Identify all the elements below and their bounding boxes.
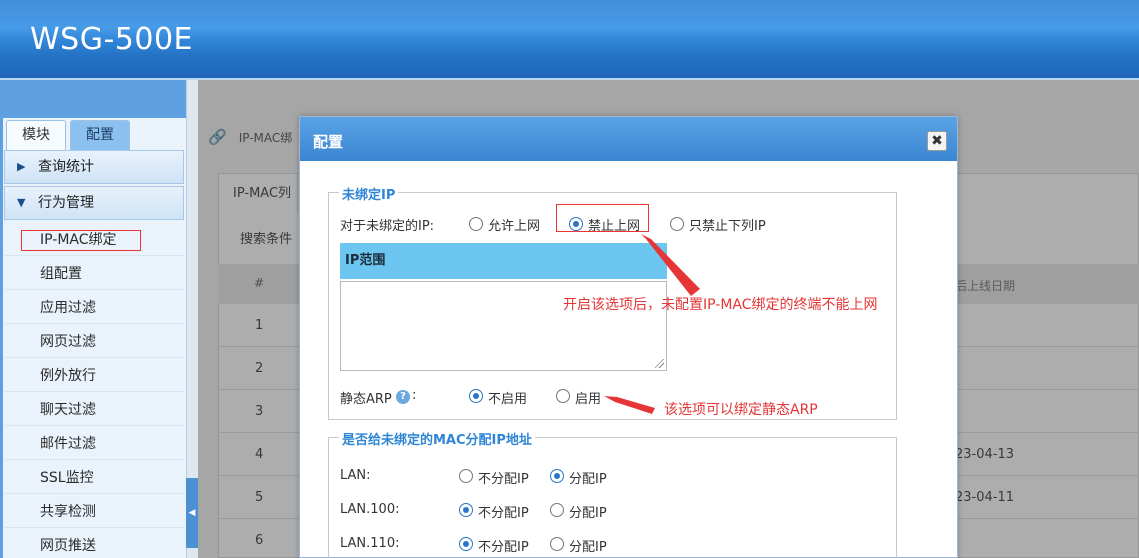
sidebar-item-mail-filter[interactable]: 邮件过滤: [4, 428, 184, 460]
radio-lan-no-assign-label[interactable]: 不分配IP: [478, 468, 529, 487]
menu-group-label: 行为管理: [38, 195, 94, 211]
unbound-ip-label: 对于未绑定的IP:: [340, 219, 435, 234]
radio-deny-listed-ip-label[interactable]: 只禁止下列IP: [689, 215, 766, 234]
sidebar-item-ssl-monitor[interactable]: SSL监控: [4, 462, 184, 494]
radio-lan100-assign-label[interactable]: 分配IP: [569, 502, 607, 521]
radio-deny-listed-ip[interactable]: [670, 217, 684, 231]
tab-modules[interactable]: 模块: [6, 120, 66, 150]
collapse-sidebar-button[interactable]: ◀: [186, 478, 198, 548]
mac-assign-section: 是否给未绑定的MAC分配IP地址: [328, 429, 897, 558]
radio-lan110-assign-label[interactable]: 分配IP: [569, 536, 607, 555]
sidebar-item-exception-allow[interactable]: 例外放行: [4, 360, 184, 392]
help-icon[interactable]: ?: [396, 390, 410, 404]
dialog-title: 配置: [300, 117, 957, 161]
brand-title: WSG-500E: [30, 22, 193, 57]
triangle-down-icon: ▼: [17, 196, 26, 209]
menu-group-label: 查询统计: [38, 159, 94, 175]
radio-lan100-no-assign-label[interactable]: 不分配IP: [478, 502, 529, 521]
static-arp-label: 静态ARP: [340, 392, 392, 407]
radio-lan100-assign[interactable]: [550, 503, 564, 517]
sidebar-item-web-filter[interactable]: 网页过滤: [4, 326, 184, 358]
annotation-arp-note: 该选项可以绑定静态ARP: [664, 402, 818, 418]
menu-group-query-stats[interactable]: ▶ 查询统计: [4, 150, 184, 184]
sidebar: 模块 配置 ▶ 查询统计 ▼ 行为管理 IP-MAC绑定 组配置 应用过滤 网页…: [0, 80, 186, 558]
sidebar-item-web-push[interactable]: 网页推送: [4, 530, 184, 558]
sidebar-item-chat-filter[interactable]: 聊天过滤: [4, 394, 184, 426]
sidebar-item-group-config[interactable]: 组配置: [4, 258, 184, 290]
radio-allow-internet-label[interactable]: 允许上网: [488, 215, 540, 234]
menu-group-behavior-mgmt[interactable]: ▼ 行为管理: [4, 186, 184, 220]
mac-assign-legend: 是否给未绑定的MAC分配IP地址: [339, 429, 535, 448]
sidebar-item-share-detect[interactable]: 共享检测: [4, 496, 184, 528]
lan110-name: LAN.110:: [340, 536, 400, 551]
unbound-ip-legend: 未绑定IP: [339, 184, 399, 203]
radio-lan-no-assign[interactable]: [459, 469, 473, 483]
static-arp-colon: :: [412, 388, 417, 403]
radio-allow-internet[interactable]: [469, 217, 483, 231]
top-header: WSG-500E: [0, 0, 1139, 80]
lan100-name: LAN.100:: [340, 502, 400, 517]
ip-range-header: IP范围: [340, 243, 667, 279]
radio-lan-assign[interactable]: [550, 469, 564, 483]
radio-static-arp-enable-label[interactable]: 启用: [575, 388, 601, 407]
radio-lan-assign-label[interactable]: 分配IP: [569, 468, 607, 487]
radio-static-arp-enable[interactable]: [556, 389, 570, 403]
highlight-box-deny: [556, 204, 649, 232]
sidebar-item-app-filter[interactable]: 应用过滤: [4, 292, 184, 324]
lan-name: LAN:: [340, 468, 371, 483]
close-icon[interactable]: ✖: [927, 131, 947, 151]
tab-config[interactable]: 配置: [70, 120, 130, 150]
radio-lan100-no-assign[interactable]: [459, 503, 473, 517]
highlight-box-ip-mac: [21, 230, 141, 251]
radio-static-arp-disable[interactable]: [469, 389, 483, 403]
sidebar-top-strip: [0, 80, 186, 118]
radio-lan110-assign[interactable]: [550, 537, 564, 551]
config-dialog: 配置 ✖ 未绑定IP 对于未绑定的IP: 允许上网 禁止上网 只禁止下列IP I…: [299, 116, 958, 558]
resize-handle-icon[interactable]: [655, 359, 664, 368]
annotation-deny-note: 开启该选项后，未配置IP-MAC绑定的终端不能上网: [563, 297, 878, 313]
radio-lan110-no-assign-label[interactable]: 不分配IP: [478, 536, 529, 555]
radio-lan110-no-assign[interactable]: [459, 537, 473, 551]
radio-static-arp-disable-label[interactable]: 不启用: [488, 388, 527, 407]
triangle-right-icon: ▶: [17, 160, 26, 173]
